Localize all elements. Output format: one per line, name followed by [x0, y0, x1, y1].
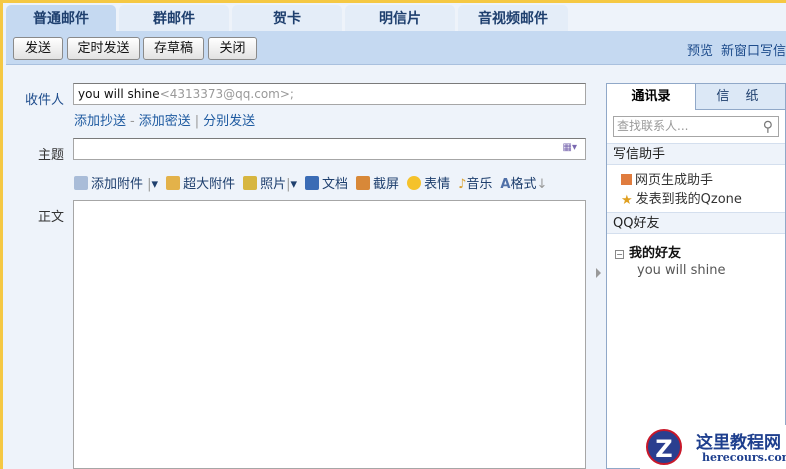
sidebar: 通讯录 信 纸 查找联系人... ⚲ 写信助手 网页生成助手 ★ 发表到我的Qzon…	[606, 83, 786, 469]
music-button[interactable]: ♪音乐	[458, 173, 492, 192]
search-icon: ⚲	[762, 119, 773, 135]
timed-send-button[interactable]: 定时发送	[67, 37, 140, 60]
stationery-picker-icon[interactable]: ▦▾	[563, 142, 577, 153]
tab-stationery[interactable]: 信 纸	[695, 84, 785, 110]
watermark-logo: Z 这里教程网 herecours.com	[640, 425, 786, 469]
body-label: 正文	[37, 210, 64, 225]
new-window-link[interactable]: 新窗口写信	[721, 44, 786, 59]
toolbar: 发送 定时发送 存草稿 关闭 预览 新窗口写信	[6, 31, 786, 65]
save-draft-button[interactable]: 存草稿	[143, 37, 204, 60]
friend-item[interactable]: you will shine	[607, 263, 785, 278]
attachment-toolbar: 添加附件 |▾ 超大附件 照片|▾ 文档 截屏 表情 ♪音乐 A格式↓	[74, 173, 547, 192]
helper-item-webpage[interactable]: 网页生成助手	[607, 171, 785, 190]
chevron-down-icon: ▾	[290, 177, 298, 192]
body-editor[interactable]	[73, 200, 586, 469]
font-format-icon: A	[500, 177, 511, 192]
photo-icon	[243, 176, 258, 190]
tab-postcard[interactable]: 明信片	[345, 5, 455, 31]
helper-section-title: 写信助手	[607, 143, 785, 165]
large-attachment-button[interactable]: 超大附件	[166, 173, 235, 192]
chevron-down-icon: ▾	[151, 177, 159, 192]
qq-friends-title: QQ好友	[607, 212, 785, 234]
large-paperclip-icon	[166, 176, 181, 190]
photo-button[interactable]: 照片|▾	[243, 173, 297, 192]
friend-group[interactable]: − 我的好友	[607, 242, 785, 261]
screenshot-button[interactable]: 截屏	[356, 173, 399, 192]
subject-label: 主题	[37, 148, 64, 163]
link-icon	[621, 174, 632, 185]
format-button[interactable]: A格式↓	[500, 173, 547, 192]
paperclip-icon	[74, 176, 88, 190]
tab-greeting-card[interactable]: 贺卡	[232, 5, 342, 31]
add-cc-link[interactable]: 添加抄送	[74, 114, 126, 129]
screenshot-icon	[356, 176, 371, 190]
star-icon: ★	[621, 193, 633, 208]
contact-search-input[interactable]: 查找联系人... ⚲	[613, 116, 779, 137]
tab-contacts[interactable]: 通讯录	[607, 84, 695, 110]
left-border	[0, 0, 3, 469]
add-bcc-link[interactable]: 添加密送	[139, 114, 191, 129]
collapse-icon[interactable]: −	[615, 250, 624, 259]
close-button[interactable]: 关闭	[208, 37, 257, 60]
word-doc-icon	[305, 176, 320, 190]
tab-normal-mail[interactable]: 普通邮件	[6, 5, 116, 31]
to-input[interactable]: you will shine<4313373@qq.com>;	[73, 83, 586, 105]
to-label[interactable]: 收件人	[14, 89, 64, 108]
mail-type-tabs: 普通邮件 群邮件 贺卡 明信片 音视频邮件	[6, 5, 571, 31]
tab-group-mail[interactable]: 群邮件	[119, 5, 229, 31]
emoji-button[interactable]: 表情	[407, 173, 450, 192]
document-button[interactable]: 文档	[305, 173, 348, 192]
preview-link[interactable]: 预览	[687, 44, 713, 59]
smiley-icon	[407, 176, 422, 190]
recipient-name: you will shine	[78, 87, 160, 101]
helper-item-qzone[interactable]: ★ 发表到我的Qzone	[607, 190, 785, 209]
tab-av-mail[interactable]: 音视频邮件	[458, 5, 568, 31]
add-attachment-button[interactable]: 添加附件 |▾	[74, 173, 158, 192]
send-button[interactable]: 发送	[13, 37, 63, 60]
recipient-address: <4313373@qq.com>;	[159, 87, 294, 101]
separate-send-link[interactable]: 分别发送	[203, 114, 255, 129]
collapse-sidebar-arrow-icon[interactable]	[596, 268, 601, 278]
top-border	[0, 0, 786, 3]
subject-input[interactable]: ▦▾	[73, 138, 586, 160]
